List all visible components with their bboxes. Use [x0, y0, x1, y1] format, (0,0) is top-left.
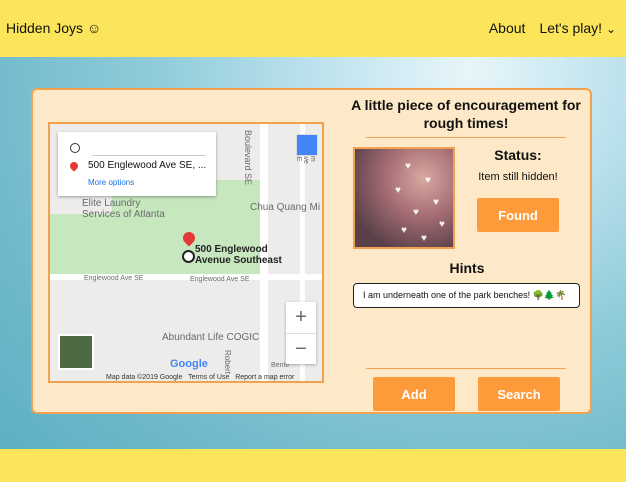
brand-name: Hidden Joys: [6, 20, 84, 36]
park-area-west: [50, 214, 130, 274]
location-dot-icon: [182, 250, 195, 263]
nav-about-link[interactable]: About: [489, 20, 526, 36]
label-abundant: Abundant Life COGIC: [162, 332, 260, 343]
street-view-icon[interactable]: [296, 134, 318, 156]
label-robert: Robert: [223, 350, 232, 375]
google-logo: Google: [170, 358, 208, 370]
terms-link[interactable]: Terms of Use: [188, 374, 229, 381]
map-attribution: Map data ©2019 Google Terms of Use Repor…: [106, 374, 294, 381]
heart-icon: ♥: [439, 219, 445, 230]
heart-icon: ♥: [425, 175, 431, 186]
status-value: Item still hidden!: [478, 171, 558, 183]
hints-label: Hints: [449, 260, 485, 276]
heart-icon: ♥: [413, 207, 419, 218]
zoom-out-button[interactable]: −: [286, 334, 316, 365]
brand-logo[interactable]: Hidden Joys ☺: [6, 20, 101, 36]
label-boulevard: Boulevard SE: [243, 130, 253, 186]
info-divider: [92, 155, 206, 156]
found-button[interactable]: Found: [477, 198, 559, 232]
origin-circle-icon: [70, 143, 80, 153]
item-photo: ♥ ♥ ♥ ♥ ♥ ♥ ♥ ♥: [353, 147, 455, 249]
report-link[interactable]: Report a map error: [235, 374, 294, 381]
chevron-down-icon: ⌄: [605, 22, 616, 36]
divider-top: [366, 137, 566, 138]
zoom-in-button[interactable]: +: [286, 302, 316, 334]
nav-lets-play-dropdown[interactable]: Let's play! ⌄: [539, 20, 616, 36]
search-button[interactable]: Search: [478, 377, 560, 411]
heart-icon: ♥: [405, 161, 411, 172]
divider-bottom: [366, 368, 566, 369]
heart-icon: ♥: [421, 233, 427, 244]
attribution-data: Map data ©2019 Google: [106, 374, 183, 381]
label-chua: Chua Quang Mi: [250, 202, 321, 213]
page-title: A little piece of encouragement for roug…: [351, 97, 581, 131]
navbar: Hidden Joys ☺ About Let's play! ⌄: [0, 0, 626, 57]
smiley-icon: ☺: [86, 20, 102, 36]
satellite-thumbnail[interactable]: [58, 334, 94, 370]
label-laundry: Elite Laundry Services of Atlanta: [82, 198, 165, 220]
label-englewood-left: Englewood Ave SE: [84, 275, 144, 282]
heart-icon: ♥: [401, 225, 407, 236]
map-view[interactable]: Elite Laundry Services of Atlanta Chua Q…: [48, 122, 324, 383]
hint-item: I am underneath one of the park benches!…: [353, 283, 580, 308]
marker-label: 500 Englewood Avenue Southeast: [195, 244, 282, 266]
footer: [0, 449, 626, 482]
info-address: 500 Englewood Ave SE, ...: [88, 160, 207, 171]
label-englewood-right: Englewood Ave SE: [190, 276, 250, 283]
add-button[interactable]: Add: [373, 377, 455, 411]
status-label: Status:: [494, 147, 542, 163]
map-pin-icon: [68, 160, 80, 172]
zoom-control: + −: [286, 302, 316, 364]
map-info-window: 500 Englewood Ave SE, ... More options: [58, 132, 216, 196]
heart-icon: ♥: [395, 185, 401, 196]
more-options-link[interactable]: More options: [88, 178, 134, 187]
heart-icon: ♥: [433, 197, 439, 208]
nav-lets-play-label: Let's play!: [539, 20, 603, 36]
